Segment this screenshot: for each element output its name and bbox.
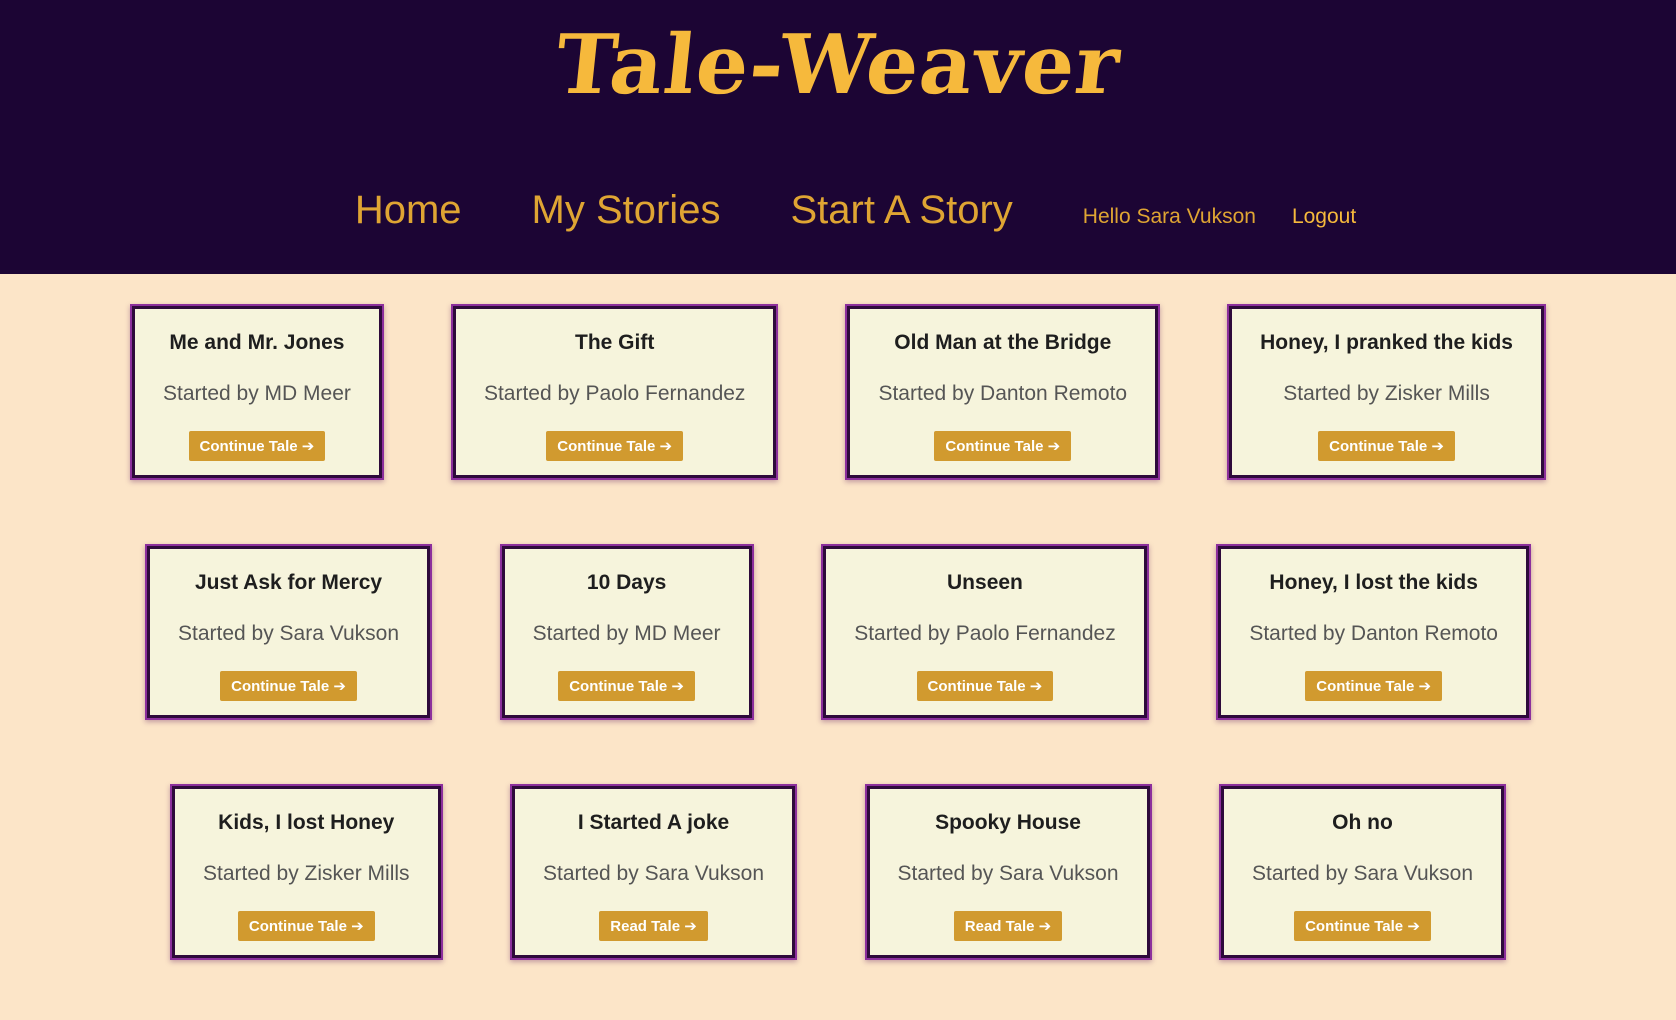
continue-tale-button[interactable]: Continue Tale ➔: [220, 671, 357, 701]
story-card: Honey, I lost the kids Started by Danton…: [1216, 544, 1531, 720]
story-card: Oh no Started by Sara Vukson Continue Ta…: [1218, 784, 1506, 960]
story-card: Old Man at the Bridge Started by Danton …: [845, 304, 1161, 480]
read-tale-button[interactable]: Read Tale ➔: [953, 911, 1063, 941]
story-title: Just Ask for Mercy: [194, 571, 383, 594]
continue-tale-button[interactable]: Continue Tale ➔: [916, 671, 1054, 701]
story-title: Kids, I lost Honey: [218, 811, 395, 834]
continue-tale-button[interactable]: Continue Tale ➔: [237, 911, 375, 941]
story-title: Honey, I pranked the kids: [1260, 331, 1513, 354]
story-title: Oh no: [1332, 811, 1393, 834]
nav-home-link[interactable]: Home: [355, 188, 462, 233]
story-author: Started by Paolo Fernandez: [483, 382, 746, 405]
logout-link[interactable]: Logout: [1292, 205, 1356, 229]
continue-tale-button[interactable]: Continue Tale ➔: [1305, 671, 1443, 701]
story-title: Old Man at the Bridge: [894, 331, 1112, 354]
story-author: Started by Danton Remoto: [1249, 622, 1498, 645]
continue-tale-button[interactable]: Continue Tale ➔: [1318, 431, 1455, 461]
nav-start-story-link[interactable]: Start A Story: [790, 188, 1012, 233]
story-card: Spooky House Started by Sara Vukson Read…: [864, 784, 1152, 960]
story-grid: Me and Mr. Jones Started by MD Meer Cont…: [0, 274, 1676, 1020]
main-nav: Home My Stories Start A Story Hello Sara…: [0, 188, 1676, 233]
continue-tale-button[interactable]: Continue Tale ➔: [546, 431, 684, 461]
story-card: Honey, I pranked the kids Started by Zis…: [1227, 304, 1546, 480]
story-card: The Gift Started by Paolo Fernandez Cont…: [450, 304, 779, 480]
story-row-1: Me and Mr. Jones Started by MD Meer Cont…: [0, 304, 1676, 480]
story-card: I Started A joke Started by Sara Vukson …: [510, 784, 798, 960]
story-author: Started by Sara Vukson: [543, 862, 765, 885]
story-row-3: Kids, I lost Honey Started by Zisker Mil…: [0, 784, 1676, 960]
story-author: Started by Zisker Mills: [203, 862, 410, 885]
continue-tale-button[interactable]: Continue Tale ➔: [188, 431, 326, 461]
story-author: Started by Sara Vukson: [178, 622, 400, 645]
read-tale-button[interactable]: Read Tale ➔: [599, 911, 708, 941]
continue-tale-button[interactable]: Continue Tale ➔: [1294, 911, 1431, 941]
story-author: Started by Zisker Mills: [1283, 382, 1490, 405]
story-title: The Gift: [575, 331, 655, 354]
story-author: Started by Sara Vukson: [897, 862, 1119, 885]
continue-tale-button[interactable]: Continue Tale ➔: [558, 671, 695, 701]
continue-tale-button[interactable]: Continue Tale ➔: [934, 431, 1072, 461]
header: Tale-Weaver Home My Stories Start A Stor…: [0, 0, 1676, 274]
user-greeting: Hello Sara Vukson: [1082, 205, 1256, 228]
story-card: Kids, I lost Honey Started by Zisker Mil…: [170, 784, 443, 960]
story-title: Spooky House: [935, 811, 1081, 834]
story-card: 10 Days Started by MD Meer Continue Tale…: [499, 544, 754, 720]
story-card: Just Ask for Mercy Started by Sara Vukso…: [145, 544, 433, 720]
story-author: Started by Sara Vukson: [1251, 862, 1473, 885]
story-title: 10 Days: [586, 571, 667, 594]
story-author: Started by Danton Remoto: [878, 382, 1128, 405]
story-title: Me and Mr. Jones: [169, 331, 345, 354]
story-title: Unseen: [947, 571, 1023, 594]
story-row-2: Just Ask for Mercy Started by Sara Vukso…: [0, 544, 1676, 720]
story-card: Me and Mr. Jones Started by MD Meer Cont…: [130, 304, 384, 480]
logo[interactable]: Tale-Weaver: [0, 10, 1676, 120]
story-title: I Started A joke: [577, 811, 730, 834]
story-author: Started by MD Meer: [163, 382, 351, 405]
story-title: Honey, I lost the kids: [1269, 571, 1478, 594]
story-card: Unseen Started by Paolo Fernandez Contin…: [821, 544, 1149, 720]
story-author: Started by Paolo Fernandez: [854, 622, 1116, 645]
nav-my-stories-link[interactable]: My Stories: [532, 188, 721, 233]
story-author: Started by MD Meer: [532, 622, 721, 645]
